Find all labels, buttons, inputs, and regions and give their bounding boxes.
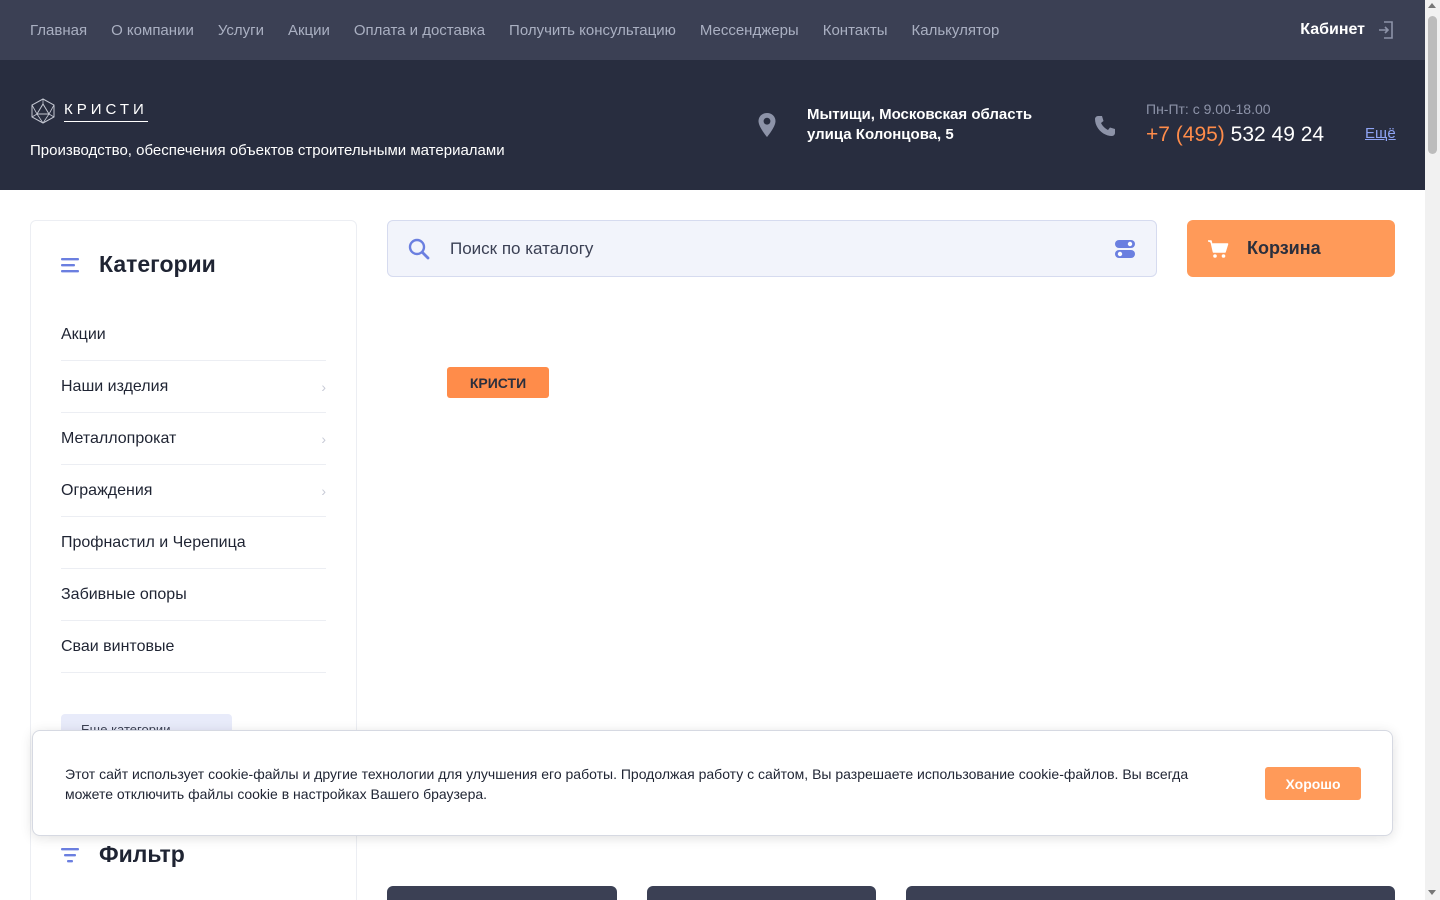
category-list: Акции Наши изделия › Металлопрокат › Огр… (61, 309, 326, 673)
login-icon (1379, 21, 1393, 39)
nav-link-payment-delivery[interactable]: Оплата и доставка (354, 22, 485, 39)
top-nav-links: Главная О компании Услуги Акции Оплата и… (30, 22, 1300, 39)
cookie-banner: Этот сайт использует cookie-файлы и друг… (32, 730, 1393, 836)
cart-label: Корзина (1247, 238, 1321, 258)
categories-heading: Категории (61, 251, 216, 278)
category-label: Сваи винтовые (61, 637, 175, 655)
nav-link-messengers[interactable]: Мессенджеры (700, 22, 799, 39)
menu-lines-icon (61, 257, 79, 272)
cart-icon (1208, 239, 1229, 258)
filter-heading: Фильтр (61, 841, 185, 868)
chevron-right-icon: › (321, 378, 326, 395)
search-input[interactable]: Поиск по каталогу (450, 239, 1114, 259)
working-hours: Пн-Пт: с 9.00-18.00 (1146, 101, 1271, 117)
more-contacts-link[interactable]: Ещё (1365, 125, 1396, 142)
category-item-profiled-sheet-roofing[interactable]: Профнастил и Черепица (61, 517, 326, 569)
filter-title: Фильтр (99, 841, 185, 867)
category-item-screw-piles[interactable]: Сваи винтовые (61, 621, 326, 673)
nav-link-about[interactable]: О компании (111, 22, 194, 39)
category-item-our-products[interactable]: Наши изделия › (61, 361, 326, 413)
category-label: Наши изделия (61, 377, 169, 395)
catalog-search[interactable]: Поиск по каталогу (387, 220, 1157, 277)
address-line-1: Мытищи, Московская область (807, 106, 1033, 123)
chevron-right-icon: › (321, 430, 326, 447)
phone-number[interactable]: +7 (495) 532 49 24 (1146, 123, 1324, 147)
toggle-settings-icon[interactable] (1114, 238, 1136, 260)
product-card[interactable] (647, 886, 876, 900)
cart-button[interactable]: Корзина (1187, 220, 1395, 277)
product-card[interactable] (387, 886, 617, 900)
scroll-up-arrow-icon[interactable] (1428, 3, 1436, 8)
category-label: Металлопрокат (61, 429, 177, 447)
logo[interactable]: КРИСТИ (30, 98, 148, 124)
top-navigation: Главная О компании Услуги Акции Оплата и… (0, 0, 1425, 60)
nav-link-promotions[interactable]: Акции (288, 22, 330, 39)
phone-digits: 532 49 24 (1230, 123, 1325, 146)
polyhedron-logo-icon (31, 98, 55, 124)
category-label: Забивные опоры (61, 585, 187, 603)
scrollbar-thumb[interactable] (1428, 16, 1437, 154)
scroll-down-arrow-icon[interactable] (1428, 890, 1436, 895)
cookie-accept-button[interactable]: Хорошо (1265, 767, 1361, 800)
address: Мытищи, Московская область улица Колонцо… (807, 105, 1032, 145)
nav-link-consultation[interactable]: Получить консультацию (509, 22, 676, 39)
nav-link-calculator[interactable]: Калькулятор (912, 22, 1000, 39)
category-item-driven-supports[interactable]: Забивные опоры (61, 569, 326, 621)
category-item-metal-products[interactable]: Металлопрокат › (61, 413, 326, 465)
cabinet-label: Кабинет (1300, 21, 1365, 38)
product-card[interactable] (906, 886, 1395, 900)
category-item-promotions[interactable]: Акции (61, 309, 326, 361)
category-item-fences[interactable]: Ограждения › (61, 465, 326, 517)
nav-link-contacts[interactable]: Контакты (823, 22, 888, 39)
nav-link-home[interactable]: Главная (30, 22, 87, 39)
chevron-right-icon: › (321, 482, 326, 499)
search-icon (408, 238, 430, 259)
nav-link-services[interactable]: Услуги (218, 22, 264, 39)
site-header: КРИСТИ Производство, обеспечения объекто… (0, 60, 1425, 190)
filter-icon (61, 847, 79, 862)
cookie-message: Этот сайт использует cookie-файлы и друг… (65, 766, 1189, 802)
company-tagline: Производство, обеспечения объектов строи… (30, 142, 505, 159)
categories-title: Категории (99, 251, 216, 277)
page-scrollbar[interactable] (1425, 0, 1440, 900)
phone-code: +7 (495) (1146, 123, 1225, 146)
category-label: Ограждения (61, 481, 153, 499)
category-label: Профнастил и Черепица (61, 533, 246, 551)
category-label: Акции (61, 325, 106, 343)
location-pin-icon (758, 113, 776, 137)
address-line-2: улица Колонцова, 5 (807, 126, 954, 143)
phone-icon (1095, 116, 1115, 136)
cabinet-button[interactable]: Кабинет (1300, 20, 1395, 40)
brand-tag[interactable]: КРИСТИ (447, 367, 549, 398)
logo-text: КРИСТИ (64, 101, 148, 122)
